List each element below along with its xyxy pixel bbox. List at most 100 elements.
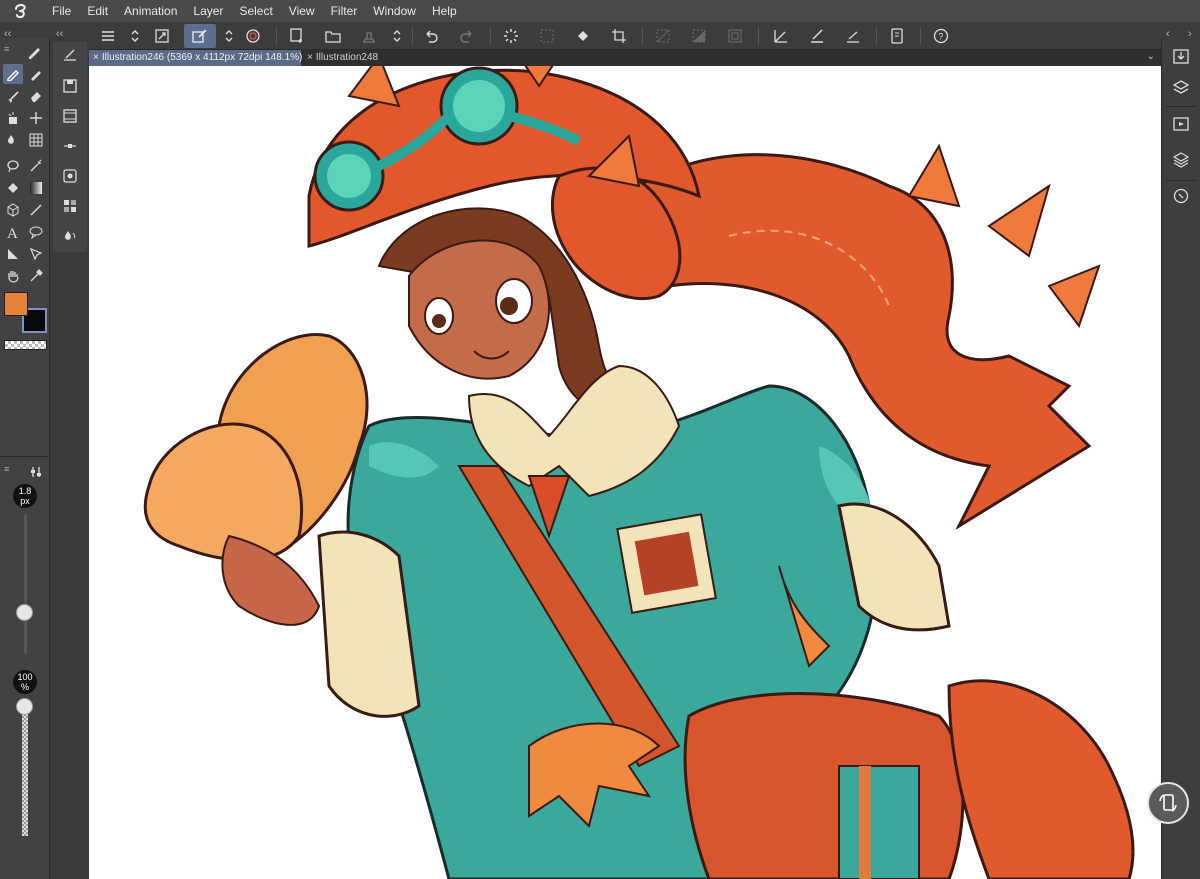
opacity-value: 100 xyxy=(17,672,33,682)
brush-tool-icon[interactable] xyxy=(3,86,23,106)
pencil-icon[interactable] xyxy=(26,64,46,84)
main-color-swatch[interactable] xyxy=(4,292,28,316)
clear-icon[interactable] xyxy=(722,25,748,47)
open-folder-icon[interactable] xyxy=(320,25,346,47)
hand-icon[interactable] xyxy=(3,266,23,286)
eyedropper-icon[interactable] xyxy=(26,266,46,286)
grip-icon[interactable]: ≡ xyxy=(4,44,9,54)
close-tab-icon[interactable]: × xyxy=(307,52,313,63)
redo-icon[interactable] xyxy=(454,25,480,47)
select-all-icon[interactable] xyxy=(650,25,676,47)
close-tab-icon[interactable]: × xyxy=(93,52,99,63)
animation-icon[interactable] xyxy=(1171,114,1191,134)
fill-icon[interactable] xyxy=(570,25,596,47)
rotate-device-icon xyxy=(1159,794,1177,812)
pen-tool-icon[interactable] xyxy=(3,64,23,84)
tab-illustration246[interactable]: × Illustration246 (5369 x 4112px 72dpi 14… xyxy=(89,50,303,66)
filmstrip-icon[interactable] xyxy=(60,106,80,126)
sparkle-icon[interactable] xyxy=(26,108,46,128)
brush-settings-icon[interactable] xyxy=(26,462,46,482)
object-select-icon[interactable] xyxy=(26,244,46,264)
tablet-icon[interactable] xyxy=(884,25,910,47)
canvas[interactable] xyxy=(89,66,1161,879)
opacity-indicator: 100 % xyxy=(13,670,37,694)
airbrush-icon[interactable] xyxy=(3,108,23,128)
svg-text:?: ? xyxy=(938,32,943,42)
up-down-icon[interactable] xyxy=(384,25,410,47)
line-icon[interactable] xyxy=(840,25,866,47)
ruler-icon[interactable] xyxy=(768,25,794,47)
menu-layer[interactable]: Layer xyxy=(185,0,231,22)
menu-filter[interactable]: Filter xyxy=(323,0,366,22)
command-bar: ‹‹ ‹‹ ? ‹ › xyxy=(0,22,1200,50)
illustration-artwork[interactable] xyxy=(89,66,1161,879)
right-panel-rail xyxy=(1161,38,1200,879)
invert-icon[interactable] xyxy=(686,25,712,47)
menu-view[interactable]: View xyxy=(281,0,323,22)
layers-icon[interactable] xyxy=(1171,78,1191,98)
adjust-icon[interactable] xyxy=(60,136,80,156)
opacity-slider-track[interactable] xyxy=(22,702,28,836)
document-tabs: × Illustration246 (5369 x 4112px 72dpi 14… xyxy=(89,50,1161,66)
brush-icon[interactable] xyxy=(804,25,830,47)
sub-tool-panel xyxy=(51,38,89,879)
grip-icon[interactable]: ≡ xyxy=(4,464,9,474)
blend-icon[interactable] xyxy=(3,130,23,150)
menu-edit[interactable]: Edit xyxy=(79,0,116,22)
tool-palette: ≡ A ≡ 1.8 px 100 % xyxy=(0,38,50,879)
eraser-icon[interactable] xyxy=(26,86,46,106)
swirl-icon[interactable] xyxy=(240,25,266,47)
quick-access-button[interactable] xyxy=(1147,782,1189,824)
undo-icon[interactable] xyxy=(418,25,444,47)
brush-size-slider-track[interactable] xyxy=(24,514,27,654)
menu-select[interactable]: Select xyxy=(231,0,280,22)
brush-size-value: 1.8 xyxy=(18,486,32,496)
brush-size-indicator: 1.8 px xyxy=(13,484,37,508)
opacity-slider-knob[interactable] xyxy=(16,698,33,715)
3d-cube-icon[interactable] xyxy=(3,200,23,220)
tab-illustration248[interactable]: × Illustration248 xyxy=(303,50,382,66)
search-icon[interactable] xyxy=(1171,186,1191,206)
import-icon[interactable] xyxy=(1171,46,1191,66)
sub-tool-pen-icon[interactable] xyxy=(60,46,80,66)
grid-icon[interactable] xyxy=(534,25,560,47)
text-icon[interactable]: A xyxy=(3,222,23,242)
help-icon[interactable]: ? xyxy=(928,25,954,47)
lasso-icon[interactable] xyxy=(3,156,23,176)
tab-label: Illustration246 (5369 x 4112px 72dpi 148… xyxy=(101,52,303,63)
app-logo-icon[interactable] xyxy=(0,0,44,22)
edit-icon[interactable] xyxy=(184,24,216,48)
brush-size-slider-knob[interactable] xyxy=(16,604,33,621)
brush-size-unit: px xyxy=(20,496,30,506)
menu-help[interactable]: Help xyxy=(424,0,465,22)
new-layer-icon[interactable] xyxy=(284,25,310,47)
color-mix-icon[interactable] xyxy=(60,226,80,246)
save-icon[interactable] xyxy=(60,76,80,96)
tab-label: Illustration248 xyxy=(315,52,379,63)
menu-animation[interactable]: Animation xyxy=(116,0,185,22)
stack-icon[interactable] xyxy=(1171,150,1191,170)
menu-icon[interactable] xyxy=(95,25,121,47)
transparent-color-swatch[interactable] xyxy=(4,340,47,350)
up-down-icon[interactable] xyxy=(122,25,148,47)
resize-icon[interactable] xyxy=(149,25,175,47)
grid-tool-icon[interactable] xyxy=(26,130,46,150)
pen-icon[interactable] xyxy=(24,42,44,62)
menu-bar: File Edit Animation Layer Select View Fi… xyxy=(0,0,1200,22)
svg-text:A: A xyxy=(7,226,18,239)
tab-list-chevron-icon[interactable]: ⌄ xyxy=(1147,51,1155,62)
line-tool-icon[interactable] xyxy=(26,200,46,220)
loading-icon[interactable] xyxy=(498,25,524,47)
navigator-icon[interactable] xyxy=(60,166,80,186)
up-down-icon[interactable] xyxy=(216,25,242,47)
menu-window[interactable]: Window xyxy=(365,0,424,22)
menu-file[interactable]: File xyxy=(44,0,79,22)
gradient-icon[interactable] xyxy=(26,178,46,198)
magic-wand-icon[interactable] xyxy=(26,156,46,176)
palette-icon[interactable] xyxy=(60,196,80,216)
frame-icon[interactable] xyxy=(3,244,23,264)
crop-icon[interactable] xyxy=(606,25,632,47)
balloon-icon[interactable] xyxy=(26,222,46,242)
stamp-icon[interactable] xyxy=(356,25,382,47)
fill-bucket-icon[interactable] xyxy=(3,178,23,198)
